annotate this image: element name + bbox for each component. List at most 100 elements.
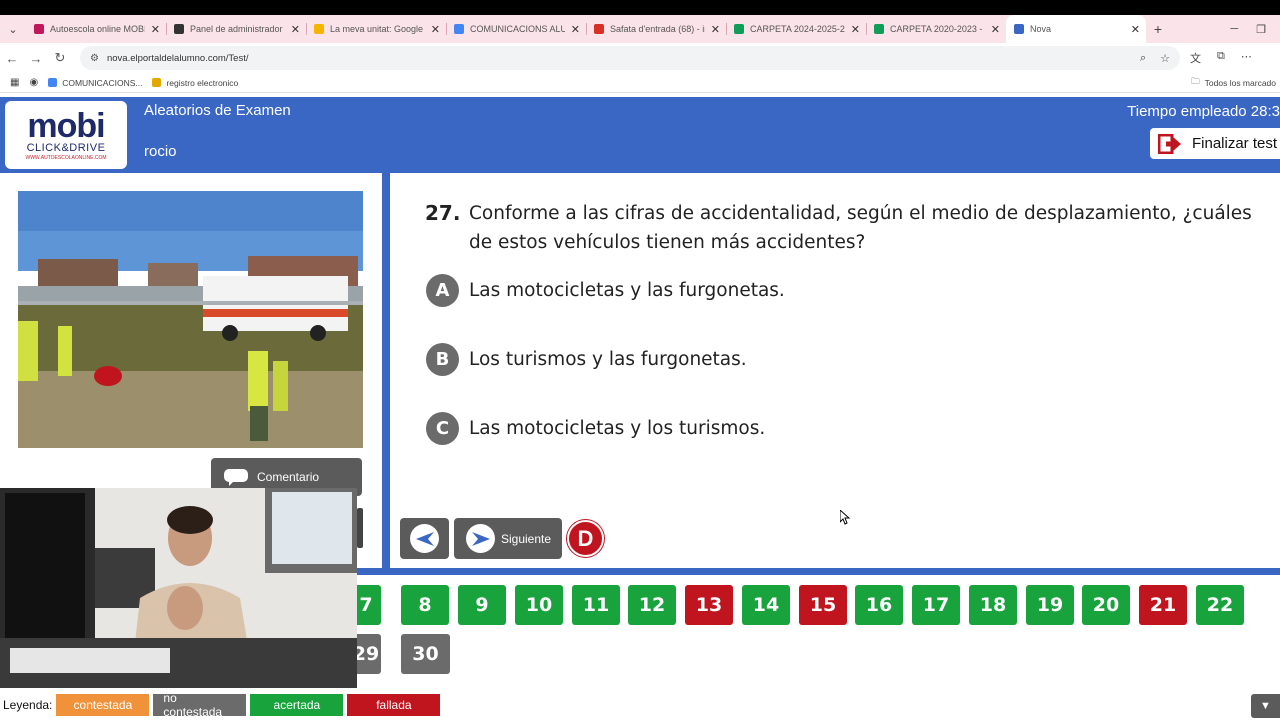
forward-arrow-icon[interactable]: → — [24, 51, 48, 66]
answer-option-a[interactable]: A Las motocicletas y las furgonetas. — [426, 274, 785, 307]
tab-title: COMUNICACIONS ALUMN — [470, 24, 565, 34]
question-number-button[interactable]: 8 — [401, 585, 449, 625]
question-panel: 27. Conforme a las cifras de accidentali… — [390, 173, 1280, 568]
next-label: Siguiente — [501, 531, 552, 546]
minimize-icon[interactable]: ─ — [1230, 23, 1238, 36]
close-tab-icon[interactable]: ✕ — [291, 23, 300, 36]
legend-item-fallada: fallada — [347, 694, 441, 716]
question-number-button[interactable]: 10 — [515, 585, 563, 625]
tab-favicon-icon — [34, 24, 44, 34]
browser-tab[interactable]: CARPETA 2020-2023 - Fu ✕ — [866, 15, 1006, 43]
browser-tab[interactable]: Safata d'entrada (68) - inf ✕ — [586, 15, 726, 43]
tab-title: CARPETA 2020-2023 - Fu — [890, 24, 985, 34]
tab-title: Panel de administrador — [190, 24, 283, 34]
webcam-overlay — [0, 488, 357, 688]
question-number-button[interactable]: 11 — [572, 585, 620, 625]
url-bar[interactable]: ⚙ nova.elportaldelalumno.com/Test/ ⌕ ☆ — [80, 46, 1180, 70]
close-tab-icon[interactable]: ✕ — [851, 23, 860, 36]
tab-title: Autoescola online MOBI | — [50, 24, 145, 34]
restore-icon[interactable]: ❐ — [1256, 23, 1266, 36]
browser-tab[interactable]: CARPETA 2024-2025-202 ✕ — [726, 15, 866, 43]
next-button[interactable]: Siguiente — [454, 518, 562, 559]
app-header: mobi CLICK&DRIVE WWW.AUTOESCOLAONLINE.CO… — [0, 97, 1280, 173]
question-number-button[interactable]: 22 — [1196, 585, 1244, 625]
question-number-button[interactable]: 15 — [799, 585, 847, 625]
secondary-button-edge[interactable] — [357, 508, 363, 548]
bookmark-item[interactable]: COMUNICACIONS... — [48, 78, 142, 88]
answer-option-c[interactable]: C Las motocicletas y los turismos. — [426, 412, 765, 445]
url-text: nova.elportaldelalumno.com/Test/ — [106, 52, 249, 64]
tab-title: Safata d'entrada (68) - inf — [610, 24, 705, 34]
close-tab-icon[interactable]: ✕ — [1131, 23, 1140, 36]
apps-grid-icon[interactable]: ▦ — [10, 77, 19, 88]
browser-tab[interactable]: Panel de administrador ✕ — [166, 15, 306, 43]
zoom-icon[interactable]: ⌕ — [1140, 52, 1146, 65]
close-tab-icon[interactable]: ✕ — [571, 23, 580, 36]
back-arrow-icon[interactable]: ← — [0, 51, 24, 66]
browser-tab-active[interactable]: Nova ✕ — [1006, 15, 1146, 43]
option-text: Las motocicletas y las furgonetas. — [469, 280, 785, 301]
bookmark-item[interactable]: registro electronico — [152, 78, 238, 88]
question-number-button[interactable]: 21 — [1139, 585, 1187, 625]
extensions-puzzle-icon[interactable]: ⧉ — [1217, 50, 1225, 66]
bookmarks-bar: ▦ ◉ COMUNICACIONS... registro electronic… — [0, 73, 1280, 93]
scroll-down-icon[interactable]: ▼ — [1251, 694, 1280, 718]
answer-option-b[interactable]: B Los turismos y las furgonetas. — [426, 343, 747, 376]
mobi-logo[interactable]: mobi CLICK&DRIVE WWW.AUTOESCOLAONLINE.CO… — [5, 101, 127, 169]
question-number-button[interactable]: 20 — [1082, 585, 1130, 625]
close-tab-icon[interactable]: ✕ — [431, 23, 440, 36]
logo-web: WWW.AUTOESCOLAONLINE.COM — [25, 155, 107, 161]
question-number-button[interactable]: 17 — [912, 585, 960, 625]
previous-button[interactable] — [400, 518, 449, 559]
question-number-button[interactable]: 18 — [969, 585, 1017, 625]
translate-icon[interactable]: 文 — [1190, 50, 1201, 66]
tab-favicon-icon — [734, 24, 744, 34]
question-number-button[interactable]: 12 — [628, 585, 676, 625]
menu-icon[interactable]: ⋯ — [1241, 50, 1252, 66]
globe-icon[interactable]: ◉ — [29, 77, 38, 88]
window-controls: ─ ❐ — [1230, 23, 1280, 36]
legend: Leyenda: contestada no contestada acerta… — [0, 691, 444, 719]
close-tab-icon[interactable]: ✕ — [711, 23, 720, 36]
finish-test-label: Finalizar test — [1192, 135, 1278, 152]
divider-bar — [357, 568, 1280, 575]
finish-test-button[interactable]: Finalizar test — [1150, 128, 1280, 159]
question-navigation: Siguiente D — [400, 518, 604, 559]
option-text: Los turismos y las furgonetas. — [469, 349, 747, 370]
tab-search-chevron-icon[interactable]: ⌄ — [0, 23, 26, 36]
question-number-button[interactable]: 19 — [1026, 585, 1074, 625]
legend-item-acertada: acertada — [250, 694, 344, 716]
reload-icon[interactable]: ↻ — [48, 50, 72, 66]
all-bookmarks-label: Todos los marcado — [1204, 77, 1276, 88]
tab-favicon-icon — [314, 24, 324, 34]
legend-item-contestada: contestada — [56, 694, 150, 716]
logo-wordmark: mobi — [27, 107, 105, 145]
question-number-button[interactable]: 13 — [685, 585, 733, 625]
close-tab-icon[interactable]: ✕ — [991, 23, 1000, 36]
all-bookmarks[interactable]: 🗀 Todos los marcado — [1191, 76, 1280, 90]
tab-favicon-icon — [174, 24, 184, 34]
browser-tab[interactable]: COMUNICACIONS ALUMN ✕ — [446, 15, 586, 43]
tab-title: CARPETA 2024-2025-202 — [750, 24, 845, 34]
tab-favicon-icon — [594, 24, 604, 34]
question-number-button[interactable]: 30 — [401, 634, 450, 674]
legend-item-no-contestada: no contestada — [153, 691, 247, 719]
elapsed-time: Tiempo empleado 28:3 — [1127, 103, 1280, 120]
tab-favicon-icon — [1014, 24, 1024, 34]
legend-title: Leyenda: — [3, 698, 53, 712]
mark-doubt-button[interactable]: D — [567, 520, 604, 557]
folder-icon: 🗀 — [1191, 75, 1200, 86]
browser-tab-strip: ⌄ Autoescola online MOBI | ✕ Panel de ad… — [0, 15, 1280, 43]
bookmark-star-icon[interactable]: ☆ — [1160, 52, 1170, 65]
question-number-button[interactable]: 14 — [742, 585, 790, 625]
browser-tab[interactable]: La meva unitat: Google D ✕ — [306, 15, 446, 43]
site-info-icon[interactable]: ⚙ — [90, 53, 99, 64]
question-number-button[interactable]: 9 — [458, 585, 506, 625]
user-name: rocio — [144, 143, 177, 160]
accident-scene-photo — [18, 191, 363, 448]
browser-tab[interactable]: Autoescola online MOBI | ✕ — [26, 15, 166, 43]
close-tab-icon[interactable]: ✕ — [151, 23, 160, 36]
speech-bubble-icon — [224, 469, 248, 486]
question-number-button[interactable]: 16 — [855, 585, 903, 625]
new-tab-plus-icon[interactable]: + — [1146, 21, 1170, 37]
